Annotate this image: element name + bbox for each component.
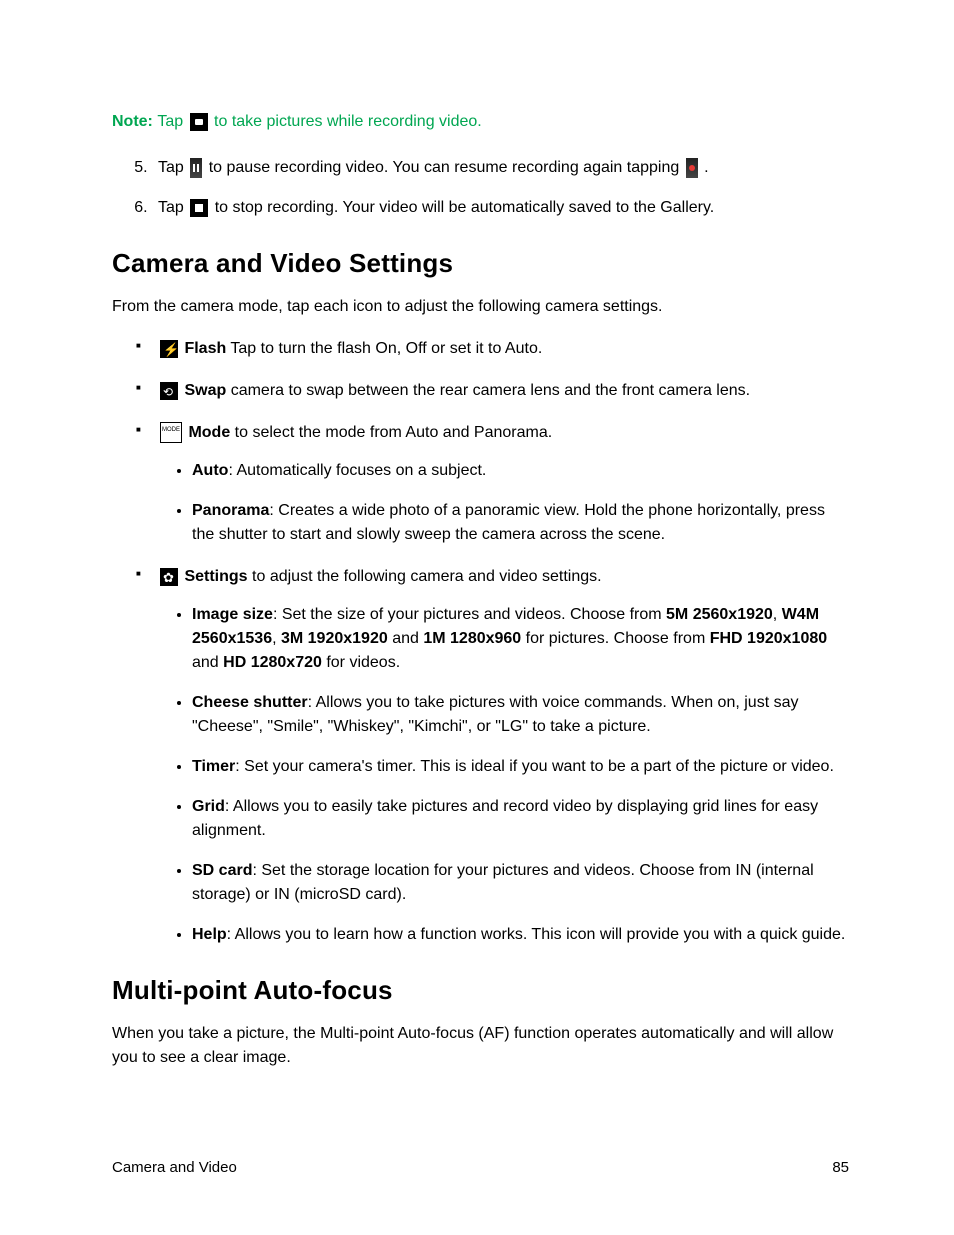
mode-panorama-text: : Creates a wide photo of a panoramic vi… — [192, 502, 825, 543]
mode-label: Mode — [188, 424, 230, 441]
step5-prefix: Tap — [158, 159, 184, 176]
note-label: Note: — [112, 113, 153, 130]
item-mode: MODE Mode to select the mode from Auto a… — [144, 421, 849, 547]
grid-label: Grid — [192, 798, 225, 815]
note-text-before: Tap — [157, 113, 183, 130]
record-icon — [686, 158, 698, 178]
settings-cheese: Cheese shutter: Allows you to take pictu… — [192, 691, 849, 739]
cheese-label: Cheese shutter — [192, 694, 308, 711]
settings-sublist: Image size: Set the size of your picture… — [158, 603, 849, 947]
is-t1: : Set the size of your pictures and vide… — [273, 606, 666, 623]
swap-text: camera to swap between the rear camera l… — [226, 382, 750, 399]
mode-auto-text: : Automatically focuses on a subject. — [228, 462, 486, 479]
settings-text: to adjust the following camera and video… — [248, 568, 602, 585]
mode-auto-label: Auto — [192, 462, 228, 479]
image-size-label: Image size — [192, 606, 273, 623]
is-t7: for videos. — [322, 654, 400, 671]
heading-camera-video-settings: Camera and Video Settings — [112, 244, 849, 283]
note: Note: Tap to take pictures while recordi… — [112, 110, 849, 134]
mode-panorama: Panorama: Creates a wide photo of a pano… — [192, 499, 849, 547]
is-t5: for pictures. Choose from — [521, 630, 710, 647]
item-settings: Settings to adjust the following camera … — [144, 565, 849, 947]
settings-list: Flash Tap to turn the flash On, Off or s… — [112, 337, 849, 947]
swap-icon — [160, 382, 178, 400]
step5-suffix: . — [704, 159, 708, 176]
is-b4: 1M 1280x960 — [423, 630, 521, 647]
item-swap: Swap camera to swap between the rear cam… — [144, 379, 849, 403]
is-t4: and — [388, 630, 424, 647]
step-5: Tap to pause recording video. You can re… — [152, 156, 849, 180]
step6-suffix: to stop recording. Your video will be au… — [215, 199, 715, 216]
settings-label: Settings — [184, 568, 247, 585]
footer-section: Camera and Video — [112, 1157, 237, 1180]
is-b3: 3M 1920x1920 — [281, 630, 388, 647]
help-text: : Allows you to learn how a function wor… — [227, 926, 846, 943]
settings-gear-icon — [160, 568, 178, 586]
pause-icon — [190, 158, 202, 178]
is-b6: HD 1280x720 — [223, 654, 322, 671]
help-label: Help — [192, 926, 227, 943]
sd-label: SD card — [192, 862, 252, 879]
timer-label: Timer — [192, 758, 235, 775]
sd-text: : Set the storage location for your pict… — [192, 862, 814, 903]
intro-settings: From the camera mode, tap each icon to a… — [112, 295, 849, 319]
swap-label: Swap — [184, 382, 226, 399]
flash-text: Tap to turn the flash On, Off or set it … — [226, 340, 542, 357]
timer-text: : Set your camera's timer. This is ideal… — [235, 758, 834, 775]
heading-multipoint-af: Multi-point Auto-focus — [112, 971, 849, 1010]
mode-panorama-label: Panorama — [192, 502, 269, 519]
note-text-after: to take pictures while recording video. — [214, 113, 482, 130]
is-t6: and — [192, 654, 223, 671]
settings-timer: Timer: Set your camera's timer. This is … — [192, 755, 849, 779]
settings-image-size: Image size: Set the size of your picture… — [192, 603, 849, 675]
settings-sd: SD card: Set the storage location for yo… — [192, 859, 849, 907]
footer: Camera and Video 85 — [112, 1157, 849, 1180]
steps-list: Tap to pause recording video. You can re… — [112, 156, 849, 220]
mode-auto: Auto: Automatically focuses on a subject… — [192, 459, 849, 483]
is-b1: 5M 2560x1920 — [666, 606, 773, 623]
is-b5: FHD 1920x1080 — [710, 630, 827, 647]
intro-multipoint: When you take a picture, the Multi-point… — [112, 1022, 849, 1070]
settings-help: Help: Allows you to learn how a function… — [192, 923, 849, 947]
page: Note: Tap to take pictures while recordi… — [0, 0, 954, 1235]
step5-mid: to pause recording video. You can resume… — [209, 159, 680, 176]
step-6: Tap to stop recording. Your video will b… — [152, 196, 849, 220]
flash-label: Flash — [184, 340, 226, 357]
mode-text: to select the mode from Auto and Panoram… — [230, 424, 552, 441]
flash-icon — [160, 340, 178, 358]
grid-text: : Allows you to easily take pictures and… — [192, 798, 818, 839]
is-t2: , — [773, 606, 782, 623]
camera-shutter-icon — [190, 113, 208, 131]
mode-sublist: Auto: Automatically focuses on a subject… — [158, 459, 849, 547]
item-flash: Flash Tap to turn the flash On, Off or s… — [144, 337, 849, 361]
stop-icon — [190, 199, 208, 217]
is-t3: , — [272, 630, 281, 647]
mode-icon: MODE — [160, 422, 182, 443]
settings-grid: Grid: Allows you to easily take pictures… — [192, 795, 849, 843]
step6-prefix: Tap — [158, 199, 184, 216]
footer-page: 85 — [832, 1157, 849, 1180]
